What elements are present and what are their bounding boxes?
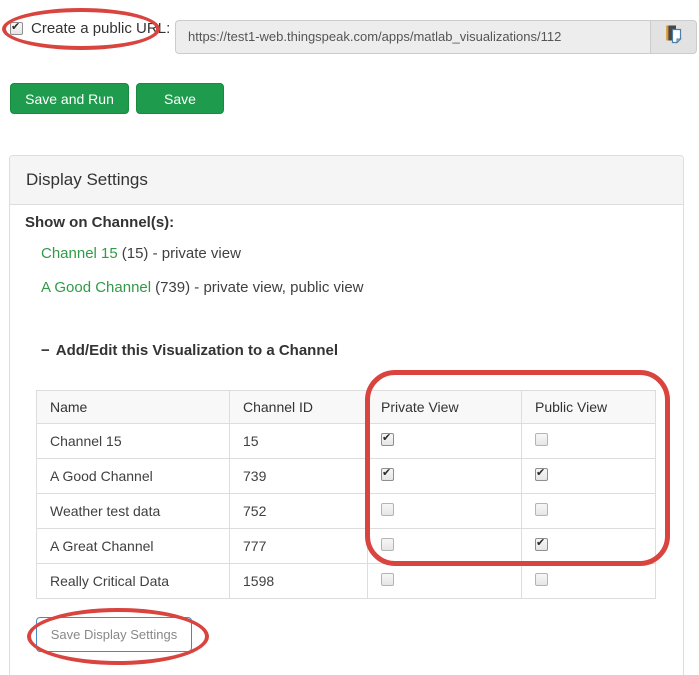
cell-name: A Great Channel	[37, 529, 230, 564]
header-channel-id: Channel ID	[230, 391, 368, 424]
show-on-channels-label: Show on Channel(s):	[25, 214, 174, 231]
cell-name: A Good Channel	[37, 459, 230, 494]
channel-line: A Good Channel(739) - private view, publ…	[41, 279, 364, 296]
save-and-run-button[interactable]: Save and Run	[10, 83, 129, 114]
cell-name: Weather test data	[37, 494, 230, 529]
header-name: Name	[37, 391, 230, 424]
save-button[interactable]: Save	[136, 83, 224, 114]
channel-line: Channel 15(15) - private view	[41, 245, 241, 262]
copy-url-button[interactable]	[650, 20, 697, 54]
copy-icon	[664, 24, 684, 51]
create-public-url-checkbox[interactable]	[10, 22, 23, 35]
channel-15-link[interactable]: Channel 15	[41, 245, 118, 262]
private-view-checkbox[interactable]	[381, 468, 394, 481]
collapse-minus-icon: −	[41, 342, 50, 359]
create-public-url-label: Create a public URL:	[31, 20, 170, 37]
public-view-checkbox[interactable]	[535, 433, 548, 446]
public-view-checkbox[interactable]	[535, 538, 548, 551]
table-row: Weather test data 752	[37, 494, 656, 529]
display-settings-panel: Display Settings Show on Channel(s): Cha…	[9, 155, 684, 675]
private-view-checkbox[interactable]	[381, 538, 394, 551]
a-good-channel-link[interactable]: A Good Channel	[41, 279, 151, 296]
add-edit-visualization-toggle[interactable]: −Add/Edit this Visualization to a Channe…	[41, 342, 338, 359]
table-row: A Great Channel 777	[37, 529, 656, 564]
add-edit-label: Add/Edit this Visualization to a Channel	[56, 342, 338, 359]
private-view-checkbox[interactable]	[381, 433, 394, 446]
table-row: A Good Channel 739	[37, 459, 656, 494]
table-row: Really Critical Data 1598	[37, 564, 656, 599]
cell-channel-id: 15	[230, 424, 368, 459]
a-good-channel-suffix: (739) - private view, public view	[155, 279, 363, 296]
save-display-settings-button[interactable]: Save Display Settings	[36, 617, 192, 652]
public-url-row: Create a public URL: https://test1-web.t…	[0, 0, 699, 60]
table-header-row: Name Channel ID Private View Public View	[37, 391, 656, 424]
public-view-checkbox[interactable]	[535, 503, 548, 516]
cell-channel-id: 1598	[230, 564, 368, 599]
cell-name: Channel 15	[37, 424, 230, 459]
channel-15-suffix: (15) - private view	[122, 245, 241, 262]
panel-title: Display Settings	[26, 170, 148, 190]
cell-channel-id: 752	[230, 494, 368, 529]
public-view-checkbox[interactable]	[535, 468, 548, 481]
panel-header: Display Settings	[10, 156, 683, 205]
public-url-field[interactable]: https://test1-web.thingspeak.com/apps/ma…	[175, 20, 651, 54]
channels-table: Name Channel ID Private View Public View…	[36, 390, 656, 599]
public-view-checkbox[interactable]	[535, 573, 548, 586]
header-public-view: Public View	[522, 391, 656, 424]
private-view-checkbox[interactable]	[381, 573, 394, 586]
cell-name: Really Critical Data	[37, 564, 230, 599]
header-private-view: Private View	[368, 391, 522, 424]
cell-channel-id: 777	[230, 529, 368, 564]
cell-channel-id: 739	[230, 459, 368, 494]
table-row: Channel 15 15	[37, 424, 656, 459]
private-view-checkbox[interactable]	[381, 503, 394, 516]
